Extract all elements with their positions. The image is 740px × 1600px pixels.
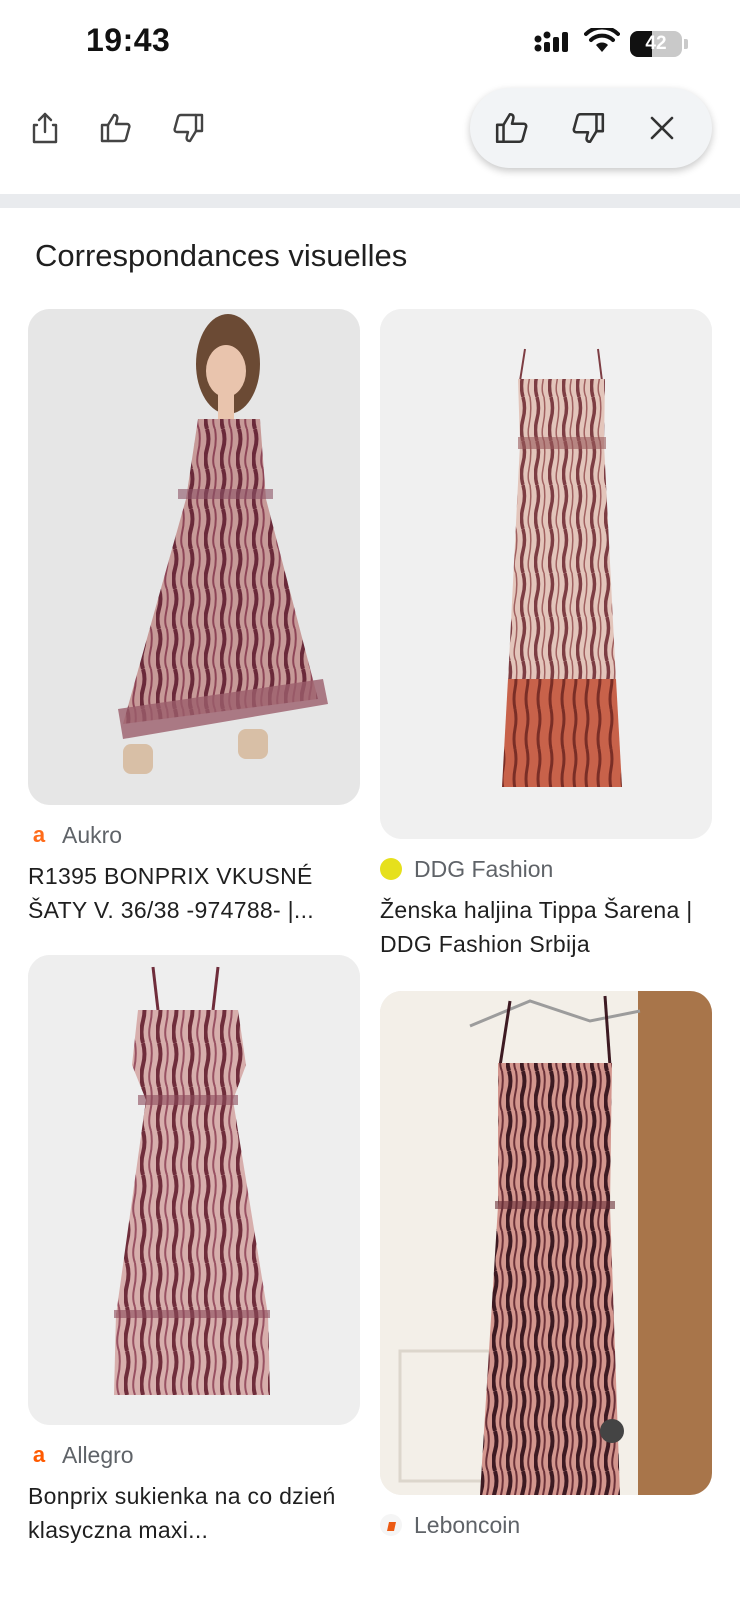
leboncoin-logo-icon	[380, 1514, 402, 1536]
aukro-logo-icon: a	[32, 822, 46, 847]
battery-level: 42	[645, 32, 667, 54]
ddg-fashion-logo-icon	[380, 858, 402, 880]
thumbs-up-icon[interactable]	[96, 108, 136, 148]
thumbs-down-icon[interactable]	[168, 108, 208, 148]
source-name: DDG Fashion	[414, 855, 554, 882]
source-name: Allegro	[62, 1441, 134, 1468]
feedback-pill	[470, 88, 712, 168]
signal-icon	[534, 28, 574, 59]
result-source: DDG Fashion	[380, 855, 712, 883]
result-card[interactable]: Leboncoin	[380, 991, 712, 1539]
result-title[interactable]: R1395 BONPRIX VKUSNÉ ŠATY V. 36/38 -9747…	[28, 859, 360, 927]
result-card[interactable]: a Aukro R1395 BONPRIX VKUSNÉ ŠATY V. 36/…	[28, 309, 360, 927]
result-source: a Aukro	[28, 821, 360, 849]
battery-icon: 42	[630, 30, 682, 57]
result-toolbar	[0, 88, 740, 192]
result-title[interactable]: Ženska haljina Tippa Šarena | DDG Fashio…	[380, 893, 712, 961]
allegro-logo-icon: a	[32, 1442, 46, 1467]
pill-thumbs-down-icon[interactable]	[568, 108, 608, 148]
result-card[interactable]: a Allegro Bonprix sukienka na co dzień k…	[28, 955, 360, 1547]
result-card[interactable]: DDG Fashion Ženska haljina Tippa Šarena …	[380, 309, 712, 961]
result-thumbnail[interactable]	[28, 309, 360, 805]
status-indicators: 42	[534, 25, 688, 59]
wifi-icon	[584, 25, 620, 59]
result-thumbnail[interactable]	[380, 309, 712, 839]
close-icon[interactable]	[642, 108, 682, 148]
status-time: 19:43	[86, 22, 171, 58]
status-bar: 19:43 42	[0, 0, 740, 88]
source-name: Leboncoin	[414, 1511, 521, 1538]
result-thumbnail[interactable]	[28, 955, 360, 1425]
result-source: Leboncoin	[380, 1511, 712, 1539]
share-icon[interactable]	[25, 108, 65, 148]
section-title: Correspondances visuelles	[35, 238, 408, 273]
section-divider	[0, 194, 740, 208]
result-title[interactable]: Bonprix sukienka na co dzień klasyczna m…	[28, 1479, 360, 1547]
result-thumbnail[interactable]	[380, 991, 712, 1495]
battery-tip	[684, 38, 688, 49]
pill-thumbs-up-icon[interactable]	[492, 108, 532, 148]
source-name: Aukro	[62, 821, 123, 848]
result-source: a Allegro	[28, 1441, 360, 1469]
